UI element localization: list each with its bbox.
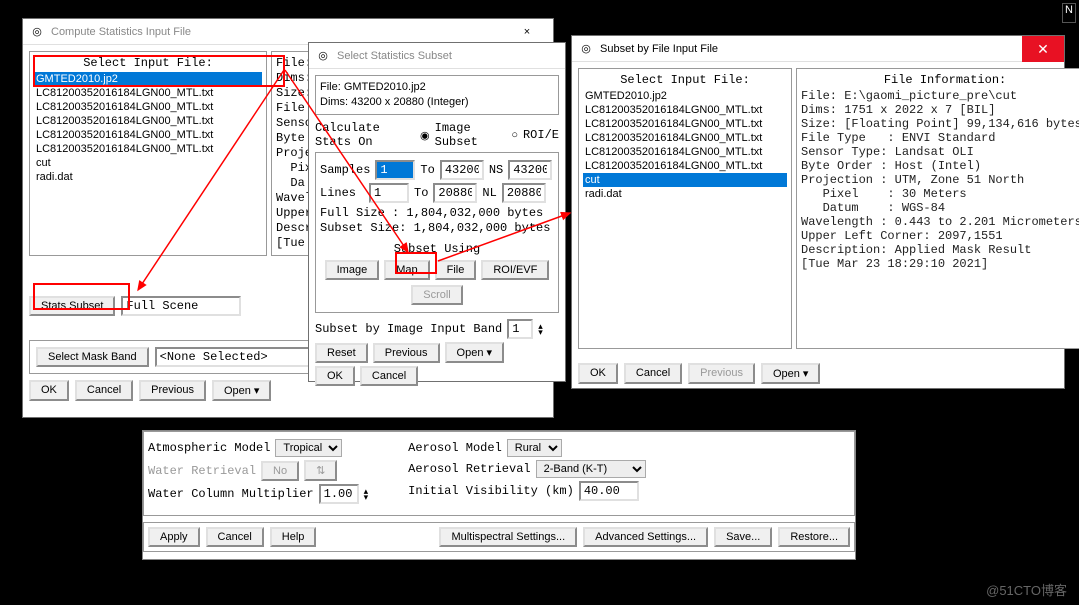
file-info-title: File Information: (801, 73, 1079, 87)
samples-from[interactable] (375, 160, 415, 180)
list-item[interactable]: radi.dat (34, 170, 262, 184)
restore-button[interactable]: Restore... (778, 527, 850, 547)
apply-button[interactable]: Apply (148, 527, 200, 547)
close-icon[interactable]: × (507, 26, 547, 38)
help-button[interactable]: Help (270, 527, 317, 547)
aero-model-label: Aerosol Model (408, 441, 502, 455)
subset-using-label: Subset Using (320, 242, 554, 257)
wcm-input[interactable] (319, 484, 359, 504)
wcm-label: Water Column Multiplier (148, 487, 314, 501)
decor-box: N (1062, 3, 1076, 23)
cancel-button[interactable]: Cancel (360, 366, 418, 386)
list-item[interactable]: LC81200352016184LGN00_MTL.txt (583, 103, 787, 117)
list-item[interactable]: LC81200352016184LGN00_MTL.txt (583, 117, 787, 131)
water-ret-opts[interactable]: ⇅ (304, 460, 337, 481)
list-item[interactable]: LC81200352016184LGN00_MTL.txt (34, 114, 262, 128)
band-spinner[interactable] (507, 319, 533, 339)
ok-button[interactable]: OK (29, 380, 69, 401)
atm-model-label: Atmospheric Model (148, 441, 270, 455)
wcm-spinner[interactable]: ▴▾ (364, 488, 369, 500)
close-icon[interactable]: ✕ (1022, 36, 1064, 62)
list-item[interactable]: LC81200352016184LGN00_MTL.txt (34, 86, 262, 100)
init-vis-label: Initial Visibility (km) (408, 484, 574, 498)
previous-button[interactable]: Previous (373, 343, 440, 363)
select-stats-subset-window: ◎ Select Statistics Subset File: GMTED20… (308, 42, 566, 382)
app-icon: ◎ (29, 24, 45, 40)
radio-image-subset[interactable]: ◉ (420, 129, 430, 142)
app-icon: ◎ (315, 48, 331, 64)
subset-scroll-button: Scroll (411, 285, 463, 305)
save-button[interactable]: Save... (714, 527, 772, 547)
file-info-panel: File: GMTED2010.jp2 Dims: 43200 x 20880 … (315, 75, 559, 115)
subset-by-file-window: ◎ Subset by File Input File ✕ Select Inp… (571, 35, 1065, 389)
ok-button[interactable]: OK (578, 363, 618, 384)
previous-button: Previous (688, 363, 755, 384)
water-ret-toggle[interactable]: No (261, 461, 299, 481)
cancel-button[interactable]: Cancel (75, 380, 133, 401)
list-item[interactable]: GMTED2010.jp2 (583, 89, 787, 103)
panel-title: Select Input File: (583, 73, 787, 87)
stats-subset-button[interactable]: Stats Subset (29, 296, 115, 316)
subset-file-button[interactable]: File (435, 260, 477, 280)
reset-button[interactable]: Reset (315, 343, 368, 363)
app-icon: ◎ (578, 41, 594, 57)
samples-ns[interactable] (508, 160, 552, 180)
select-mask-button[interactable]: Select Mask Band (36, 347, 149, 367)
window-title: Select Statistics Subset (337, 50, 559, 62)
file-info-text: File: E:\gaomi_picture_pre\cut Dims: 175… (801, 89, 1079, 271)
open-button[interactable]: Open ▾ (212, 380, 272, 401)
radio-roi[interactable]: ○ (511, 129, 518, 141)
window-title: Subset by File Input File (600, 43, 1058, 55)
file-listbox[interactable]: GMTED2010.jp2LC81200352016184LGN00_MTL.t… (583, 89, 787, 344)
list-item[interactable]: LC81200352016184LGN00_MTL.txt (583, 131, 787, 145)
list-item[interactable]: LC81200352016184LGN00_MTL.txt (583, 145, 787, 159)
calc-on-label: Calculate Stats On (315, 121, 415, 149)
scene-input[interactable] (121, 296, 241, 316)
list-item[interactable]: LC81200352016184LGN00_MTL.txt (34, 128, 262, 142)
cancel-button[interactable]: Cancel (206, 527, 264, 547)
info-dims: Dims: 43200 x 20880 (Integer) (320, 95, 554, 110)
watermark: @51CTO博客 (986, 580, 1067, 599)
subset-roi-button[interactable]: ROI/EVF (481, 260, 549, 280)
flaash-panel: Atmospheric Model Tropical Water Retriev… (142, 430, 856, 560)
subset-image-button[interactable]: Image (325, 260, 380, 280)
samples-to[interactable] (440, 160, 484, 180)
aero-model-select[interactable]: Rural (507, 439, 562, 457)
ok-button[interactable]: OK (315, 366, 355, 386)
adv-button[interactable]: Advanced Settings... (583, 527, 708, 547)
list-item[interactable]: GMTED2010.jp2 (34, 72, 262, 86)
full-size-label: Full Size : 1,804,032,000 bytes (320, 206, 554, 221)
spinner-buttons[interactable]: ▴▾ (538, 323, 543, 335)
previous-button[interactable]: Previous (139, 380, 206, 401)
atm-model-select[interactable]: Tropical (275, 439, 342, 457)
subset-map-button[interactable]: Map (384, 260, 429, 280)
aero-ret-select[interactable]: 2-Band (K-T) (536, 460, 646, 478)
subset-size-label: Subset Size: 1,804,032,000 bytes (320, 221, 554, 236)
titlebar: ◎ Select Statistics Subset (309, 43, 565, 69)
cancel-button[interactable]: Cancel (624, 363, 682, 384)
multi-button[interactable]: Multispectral Settings... (439, 527, 577, 547)
aero-ret-label: Aerosol Retrieval (408, 462, 530, 476)
open-button[interactable]: Open ▾ (445, 342, 505, 363)
init-vis-input[interactable] (579, 481, 639, 501)
list-item[interactable]: radi.dat (583, 187, 787, 201)
panel-title: Select Input File: (34, 56, 262, 70)
lines-from[interactable] (369, 183, 409, 203)
lines-nl[interactable] (502, 183, 546, 203)
water-ret-label: Water Retrieval (148, 464, 256, 478)
file-listbox[interactable]: GMTED2010.jp2LC81200352016184LGN00_MTL.t… (34, 72, 262, 242)
list-item[interactable]: LC81200352016184LGN00_MTL.txt (583, 159, 787, 173)
list-item[interactable]: LC81200352016184LGN00_MTL.txt (34, 142, 262, 156)
list-item[interactable]: LC81200352016184LGN00_MTL.txt (34, 100, 262, 114)
lines-label: Lines (320, 186, 364, 200)
list-item[interactable]: cut (583, 173, 787, 187)
list-item[interactable]: cut (34, 156, 262, 170)
info-file: File: GMTED2010.jp2 (320, 80, 554, 95)
samples-label: Samples (320, 163, 370, 177)
titlebar: ◎ Subset by File Input File ✕ (572, 36, 1064, 62)
open-button[interactable]: Open ▾ (761, 363, 821, 384)
subset-band-label: Subset by Image Input Band (315, 322, 502, 336)
lines-to[interactable] (433, 183, 477, 203)
window-title: Compute Statistics Input File (51, 26, 507, 38)
